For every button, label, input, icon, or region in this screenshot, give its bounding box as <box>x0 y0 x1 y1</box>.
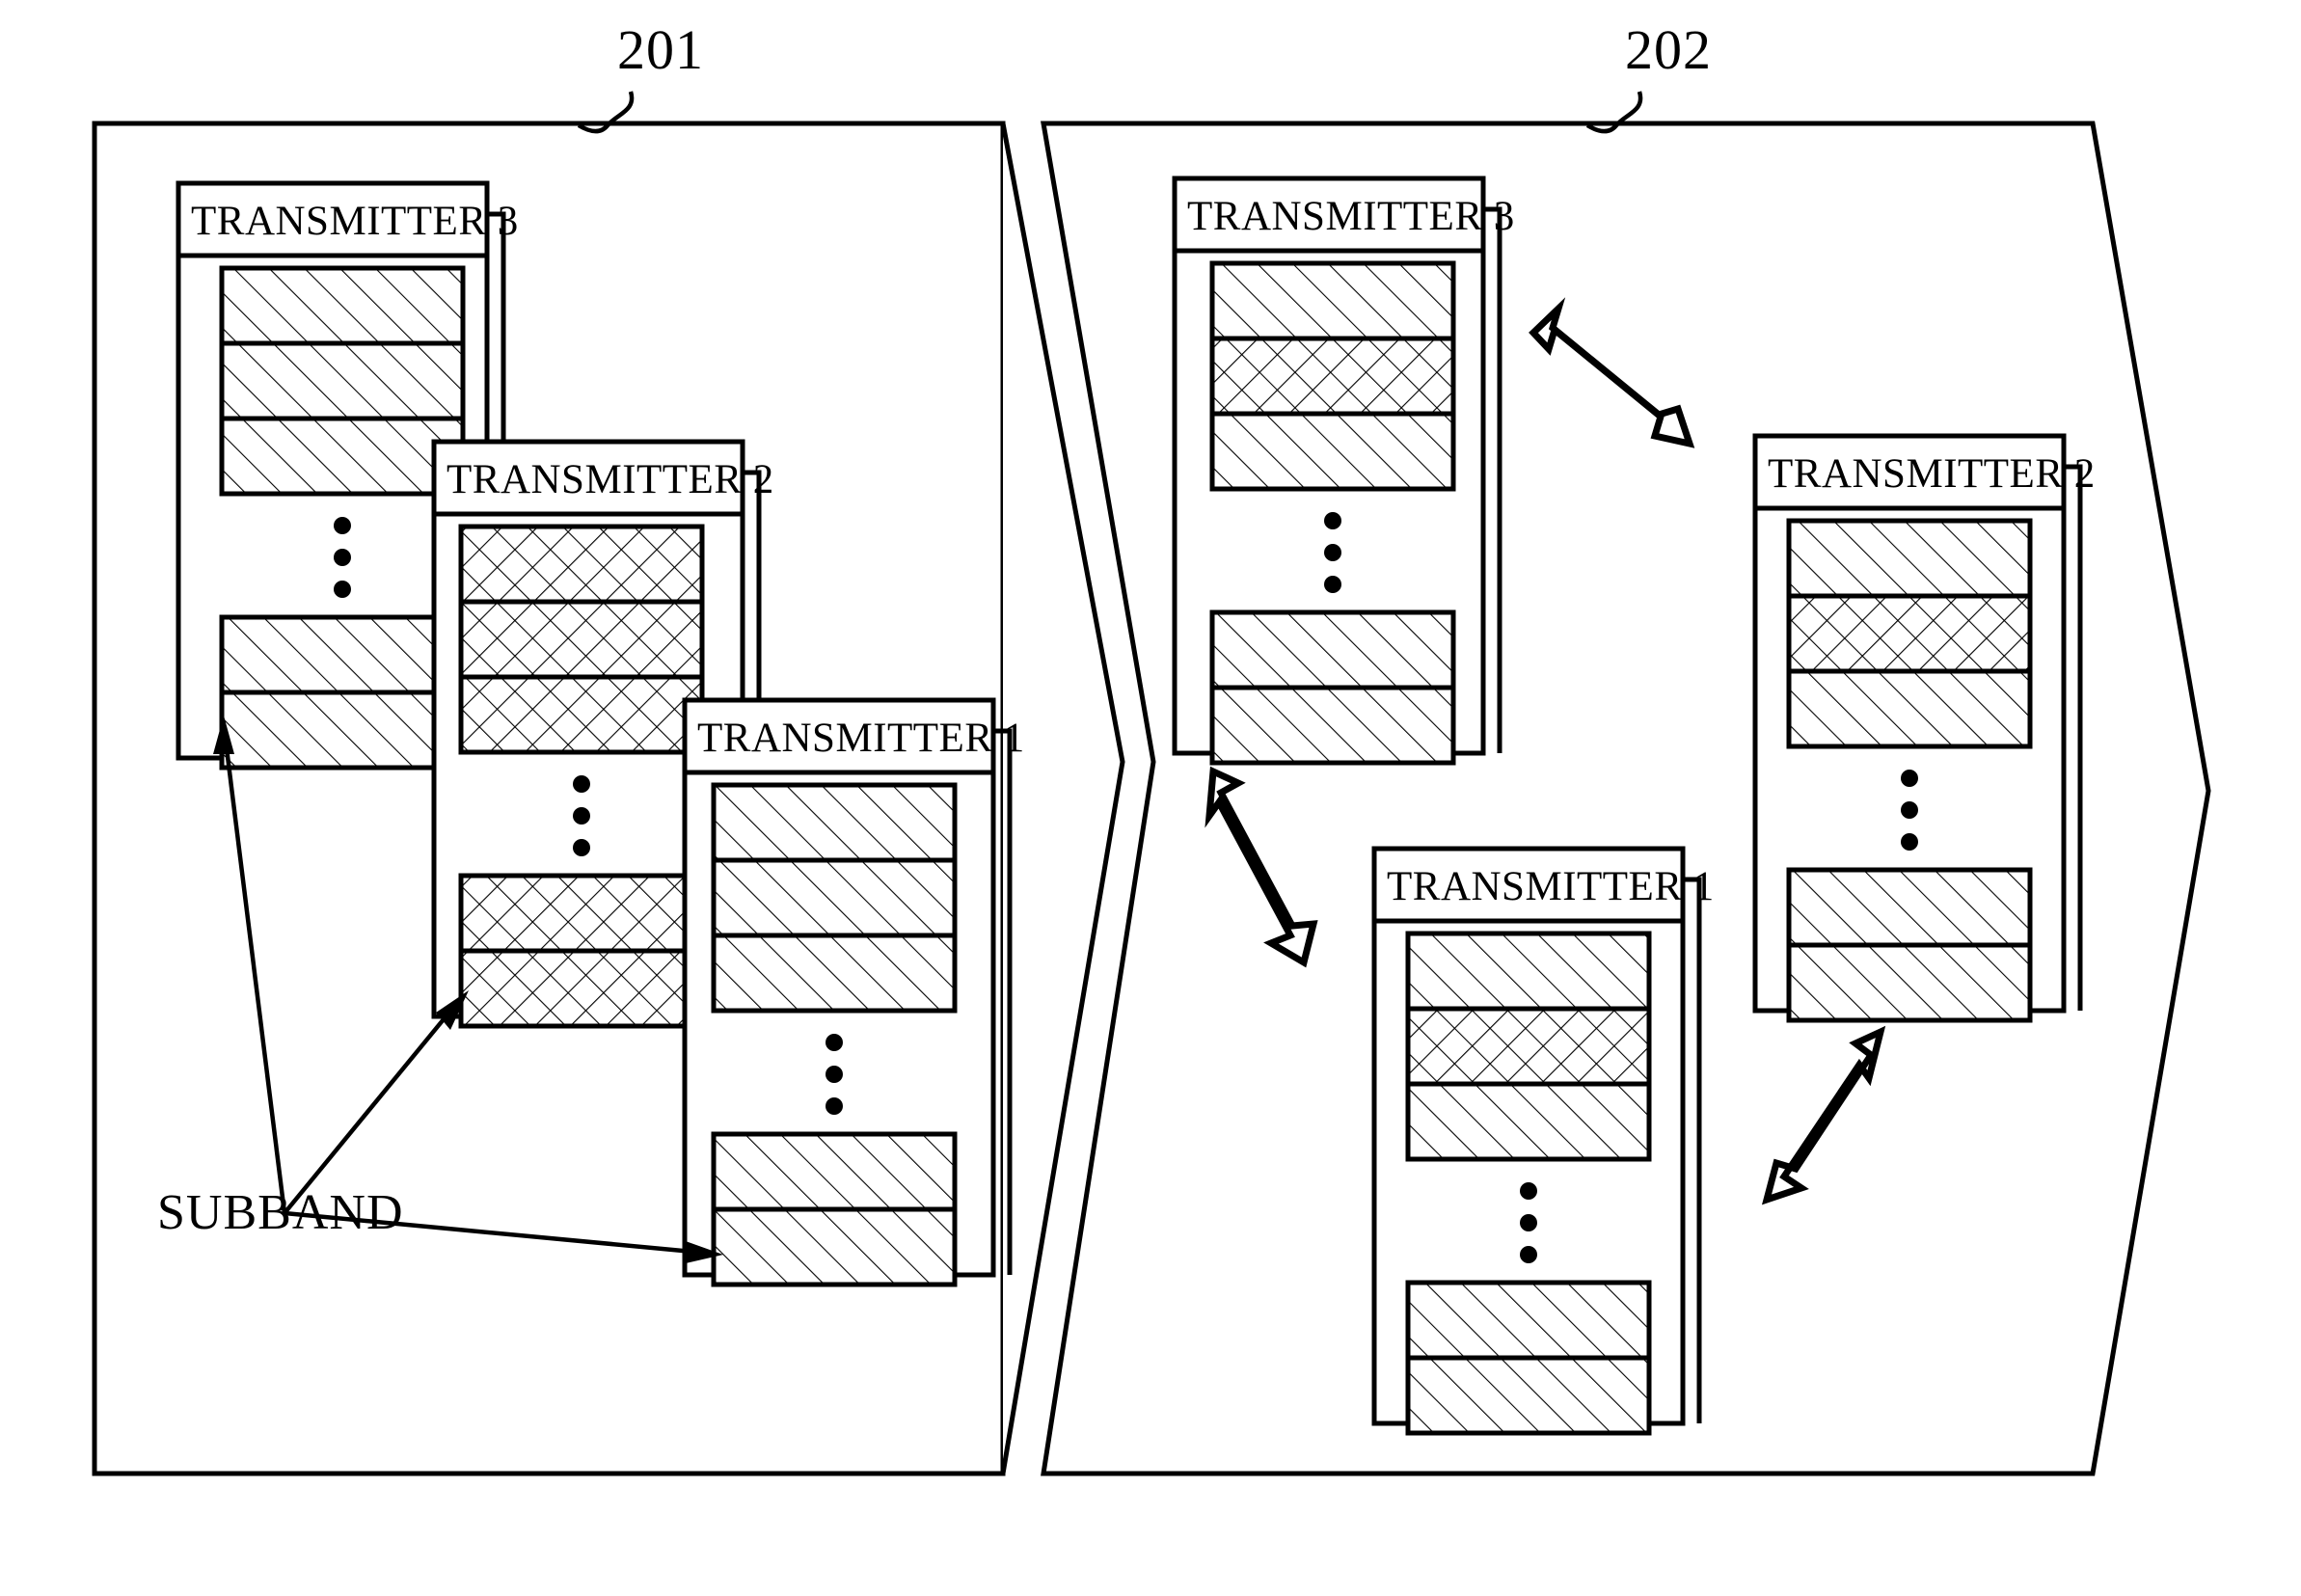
ref-numeral-202: 202 <box>1625 18 1712 81</box>
right-tx2[interactable] <box>1752 433 2083 1023</box>
subband-block[interactable] <box>1209 609 1456 690</box>
subband-block[interactable] <box>219 416 466 497</box>
ellipsis-dot <box>1520 1214 1537 1231</box>
subband-block[interactable] <box>458 524 705 605</box>
subband-block[interactable] <box>711 1206 958 1287</box>
subband-block[interactable] <box>1209 411 1456 492</box>
ellipsis-dot <box>826 1097 843 1115</box>
ellipsis-dot <box>1324 576 1341 593</box>
ellipsis-dot <box>1324 544 1341 561</box>
subband-block[interactable] <box>1405 1006 1652 1087</box>
ellipsis-dot <box>573 775 590 793</box>
left-tx1-label: TRANSMITTER 1 <box>697 716 1025 761</box>
subband-block[interactable] <box>1786 942 2033 1023</box>
right-tx1-label: TRANSMITTER 1 <box>1387 864 1715 909</box>
ellipsis-dot <box>573 807 590 825</box>
subband-block[interactable] <box>1786 518 2033 599</box>
ref-numeral-201: 201 <box>617 18 704 81</box>
patent-figure: 201 202 TRANSMITTER 3 TRANSMITTER 2 TRAN… <box>0 0 2301 1596</box>
ellipsis-dot <box>1520 1182 1537 1200</box>
right-tx3[interactable] <box>1172 176 1502 766</box>
ellipsis-dot <box>1520 1246 1537 1263</box>
right-tx1[interactable] <box>1371 846 1702 1436</box>
subband-block[interactable] <box>711 857 958 938</box>
right-tx3-label: TRANSMITTER 3 <box>1187 194 1515 239</box>
subband-block[interactable] <box>1786 867 2033 948</box>
subband-block[interactable] <box>1209 336 1456 417</box>
subband-block[interactable] <box>1786 593 2033 674</box>
subband-block[interactable] <box>711 782 958 863</box>
subband-block[interactable] <box>458 599 705 680</box>
ellipsis-dot <box>334 549 351 566</box>
subband-block[interactable] <box>458 948 705 1029</box>
ellipsis-dot <box>334 517 351 534</box>
subband-block[interactable] <box>1209 260 1456 341</box>
ellipsis-dot <box>1901 801 1918 819</box>
subband-block[interactable] <box>711 933 958 1014</box>
subband-block[interactable] <box>219 690 466 771</box>
subband-block[interactable] <box>458 674 705 755</box>
ellipsis-dot <box>1324 512 1341 529</box>
subband-label: SUBBAND <box>157 1185 404 1240</box>
ellipsis-dot <box>826 1066 843 1083</box>
subband-block[interactable] <box>711 1131 958 1212</box>
ellipsis-dot <box>573 839 590 856</box>
left-tx3-label: TRANSMITTER 3 <box>191 199 519 244</box>
subband-block[interactable] <box>219 614 466 695</box>
subband-block[interactable] <box>1786 668 2033 749</box>
subband-block[interactable] <box>1405 1280 1652 1361</box>
left-tx1[interactable] <box>682 697 1013 1287</box>
right-tx2-label: TRANSMITTER 2 <box>1768 451 2096 497</box>
subband-block[interactable] <box>219 340 466 421</box>
ellipsis-dot <box>1901 770 1918 787</box>
subband-block[interactable] <box>219 265 466 346</box>
ellipsis-dot <box>334 581 351 598</box>
subband-block[interactable] <box>1209 685 1456 766</box>
subband-block[interactable] <box>458 873 705 954</box>
ellipsis-dot <box>826 1034 843 1051</box>
ellipsis-dot <box>1901 833 1918 851</box>
left-tx2-label: TRANSMITTER 2 <box>447 457 774 502</box>
subband-block[interactable] <box>1405 931 1652 1012</box>
subband-block[interactable] <box>1405 1355 1652 1436</box>
subband-block[interactable] <box>1405 1081 1652 1162</box>
